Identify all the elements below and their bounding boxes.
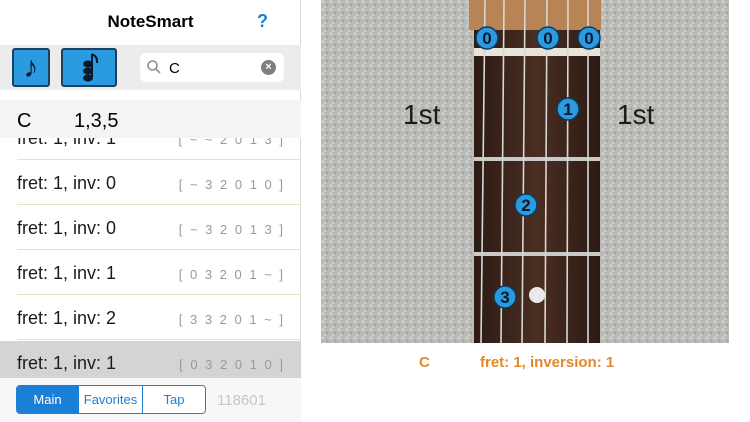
voicing-pattern: [ 0 3 2 0 1 ~ ] [178,267,285,282]
list-item[interactable]: fret: 1, inv: 0 [ ~ 3 2 0 1 3 ] [0,206,301,250]
section-chord-name: C [17,110,32,132]
svg-text:2: 2 [521,196,530,215]
help-button[interactable]: ? [257,11,268,32]
fret-inlay [529,287,545,303]
open-string-marker: 0 [475,26,499,50]
single-note-button[interactable]: ♪ [12,48,50,87]
voicing-pattern: [ ~ 3 2 0 1 3 ] [178,222,285,237]
caption-voicing-detail: fret: 1, inversion: 1 [480,354,615,371]
voicing-pattern: [ 3 3 2 0 1 ~ ] [178,312,285,327]
svg-text:0: 0 [482,29,491,48]
voicing-pattern: [ 0 3 2 0 1 0 ] [179,357,285,372]
eighth-note-icon: ♪ [23,50,39,84]
svg-text:0: 0 [584,29,593,48]
search-field[interactable]: × [140,53,284,82]
bottom-bar: Main Favorites Tap 118601 [0,378,301,422]
fret-wire [474,252,600,256]
row-divider [17,339,301,340]
voicing-pattern: [ ~ ~ 2 0 1 3 ] [178,138,285,147]
chord-list-panel: NoteSmart ? ♪ × C 1,3,5 [0,0,301,422]
stacked-notes-icon [83,52,99,81]
voicing-label: fret: 1, inv: 0 [17,173,117,193]
voicing-label: fret: 1, inv: 0 [17,218,117,238]
voicing-label: fret: 1, inv: 1 [17,263,117,283]
voicing-pattern: [ ~ 3 2 0 1 0 ] [178,177,285,192]
app-title: NoteSmart [107,12,194,31]
voicing-list[interactable]: fret: 1, inv: 1 [ ~ ~ 2 0 1 3 ] fret: 1,… [0,138,301,378]
finger-marker-3: 3 [493,285,517,309]
svg-text:0: 0 [543,29,552,48]
row-divider [17,294,301,295]
tab-favorites[interactable]: Favorites [79,386,143,413]
nut [474,48,600,56]
row-divider [17,249,301,250]
caption-chord-name: C [419,354,430,371]
list-item[interactable]: fret: 1, inv: 0 [ ~ 3 2 0 1 0 ] [0,161,301,205]
fretboard-illustration: 1st 1st 0 0 0 1 2 3 [321,0,729,343]
toolbar: ♪ × [0,45,301,90]
fret-wire [474,157,600,161]
list-item[interactable]: fret: 1, inv: 1 [ ~ ~ 2 0 1 3 ] [0,138,301,160]
voicing-label: fret: 1, inv: 2 [17,308,117,328]
svg-text:3: 3 [500,288,509,307]
headstock [469,0,601,30]
finger-marker-1: 1 [556,97,580,121]
position-label-left: 1st [403,99,441,130]
clear-search-icon[interactable]: × [261,60,276,75]
item-counter: 118601 [217,392,266,409]
svg-text:1: 1 [563,100,572,119]
list-item[interactable]: fret: 1, inv: 1 [ 0 3 2 0 1 ~ ] [0,251,301,295]
navigation-bar: NoteSmart ? [0,0,301,45]
section-header: C 1,3,5 [0,100,301,138]
finger-marker-2: 2 [514,193,538,217]
search-icon [147,60,161,74]
row-divider [17,159,301,160]
tab-tap[interactable]: Tap [143,386,205,413]
open-string-marker: 0 [536,26,560,50]
row-divider [17,204,301,205]
tab-main[interactable]: Main [17,386,79,413]
fretboard-photo: 1st 1st 0 0 0 1 2 3 [321,0,729,343]
mode-segmented-control: Main Favorites Tap [16,385,206,414]
list-item-selected[interactable]: fret: 1, inv: 1 [ 0 3 2 0 1 0 ] [0,341,301,378]
search-input[interactable] [169,58,259,78]
position-label-right: 1st [617,99,655,130]
section-chord-notes: 1,3,5 [74,110,119,132]
chord-notes-button[interactable] [61,48,117,87]
open-string-marker: 0 [577,26,601,50]
voicing-label: fret: 1, inv: 1 [17,353,117,373]
list-item[interactable]: fret: 1, inv: 2 [ 3 3 2 0 1 ~ ] [0,296,301,340]
voicing-label: fret: 1, inv: 1 [17,138,117,148]
